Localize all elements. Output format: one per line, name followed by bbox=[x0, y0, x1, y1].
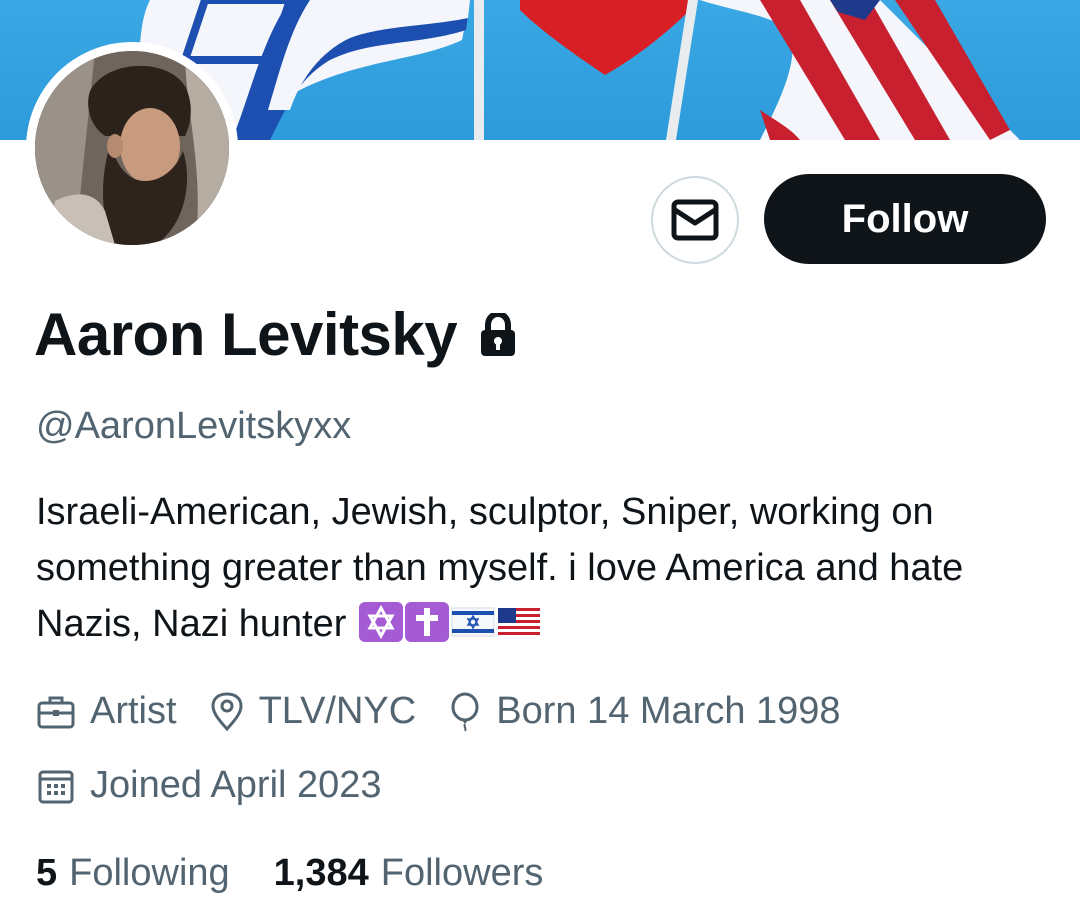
following-count: 5 bbox=[36, 852, 58, 894]
birthday-label: Born 14 March 1998 bbox=[496, 690, 841, 732]
location-label: TLV/NYC bbox=[258, 690, 417, 732]
joined-item: Joined April 2023 bbox=[36, 764, 382, 807]
location-pin-icon bbox=[211, 691, 243, 731]
profile-meta-row-2: Joined April 2023 bbox=[36, 764, 414, 807]
display-name: Aaron Levitsky bbox=[34, 301, 458, 368]
lock-icon bbox=[479, 310, 517, 362]
us-flag-emoji bbox=[497, 602, 542, 642]
avatar-ring bbox=[26, 42, 238, 254]
avatar-photo bbox=[35, 51, 229, 245]
username-handle: @AaronLevitskyxx bbox=[36, 405, 352, 447]
calendar-icon bbox=[38, 770, 74, 803]
followers-stat[interactable]: 1,384 Followers bbox=[274, 852, 544, 895]
follow-stats: 5 Following 1,384 Followers bbox=[36, 852, 587, 895]
location-item: TLV/NYC bbox=[209, 690, 417, 733]
briefcase-icon bbox=[37, 696, 75, 728]
profession-label: Artist bbox=[90, 690, 177, 732]
balloon-icon bbox=[451, 692, 479, 732]
israel-flag-emoji bbox=[451, 602, 496, 642]
following-stat[interactable]: 5 Following bbox=[36, 852, 230, 895]
followers-count: 1,384 bbox=[273, 852, 369, 894]
name-row: Aaron Levitsky bbox=[34, 300, 517, 369]
following-label: Following bbox=[69, 852, 230, 894]
followers-label: Followers bbox=[380, 852, 544, 894]
birthday-item: Born 14 March 1998 bbox=[448, 690, 841, 733]
profession-item: Artist bbox=[36, 690, 177, 733]
avatar[interactable] bbox=[35, 51, 229, 245]
bio: Israeli-American, Jewish, sculptor, Snip… bbox=[36, 484, 1046, 652]
message-button[interactable] bbox=[651, 176, 739, 264]
profile-meta-row-1: Artist TLV/NYC Born 14 March 1998 bbox=[36, 690, 873, 733]
follow-button[interactable]: Follow bbox=[764, 174, 1046, 264]
latin-cross-emoji bbox=[405, 602, 450, 642]
envelope-icon bbox=[671, 199, 719, 241]
joined-label: Joined April 2023 bbox=[90, 764, 382, 806]
star-of-david-emoji bbox=[359, 602, 404, 642]
